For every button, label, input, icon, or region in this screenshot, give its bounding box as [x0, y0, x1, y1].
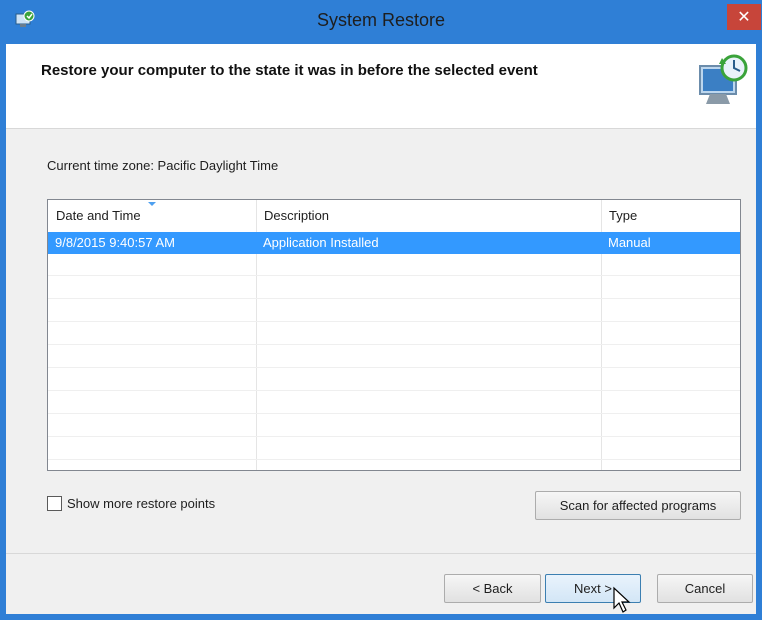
column-header-description[interactable]: Description [256, 200, 601, 232]
close-icon: ✕ [737, 7, 751, 26]
cell-date: 9/8/2015 9:40:57 AM [55, 235, 175, 250]
show-more-label[interactable]: Show more restore points [67, 496, 215, 511]
scan-affected-programs-button[interactable]: Scan for affected programs [535, 491, 741, 520]
cell-description: Application Installed [263, 235, 379, 250]
column-header-type[interactable]: Type [601, 200, 740, 232]
back-button[interactable]: < Back [444, 574, 541, 603]
empty-row [48, 346, 740, 368]
empty-row [48, 415, 740, 437]
header-text: Restore your computer to the state it wa… [41, 62, 538, 79]
restore-points-list[interactable]: Date and Time Description Type 9/8/2015 … [47, 199, 741, 471]
show-more-checkbox[interactable] [47, 496, 62, 511]
empty-row [48, 277, 740, 299]
empty-row [48, 392, 740, 414]
footer-separator [6, 553, 756, 554]
empty-row [48, 369, 740, 391]
mouse-pointer-icon [613, 586, 631, 613]
restore-computer-icon [699, 54, 748, 104]
sort-indicator-icon [148, 202, 156, 206]
close-button[interactable]: ✕ [727, 4, 761, 30]
cancel-button[interactable]: Cancel [657, 574, 753, 603]
empty-row [48, 438, 740, 460]
empty-row [48, 300, 740, 322]
cell-type: Manual [608, 235, 651, 250]
empty-row [48, 254, 740, 276]
window-title: System Restore [316, 10, 446, 30]
title-bar: System Restore ✕ [0, 0, 762, 44]
header-panel: Restore your computer to the state it wa… [6, 44, 756, 129]
empty-row [48, 323, 740, 345]
table-row[interactable]: 9/8/2015 9:40:57 AM Application Installe… [48, 232, 740, 254]
timezone-label: Current time zone: Pacific Daylight Time [47, 158, 279, 173]
column-header-date[interactable]: Date and Time [48, 200, 256, 232]
